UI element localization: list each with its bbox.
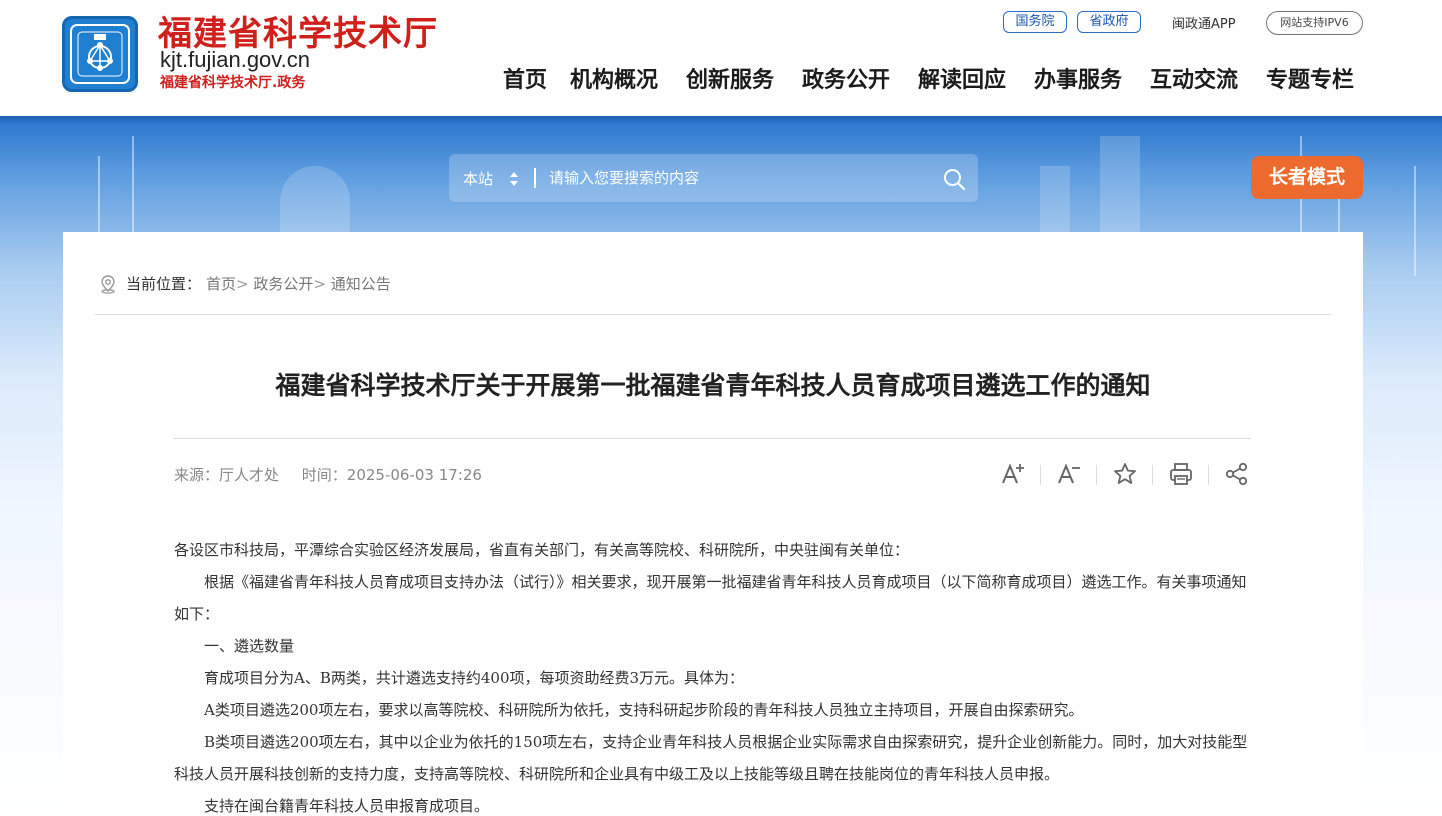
banner-building — [1100, 136, 1140, 236]
nav-item-innovation[interactable]: 创新服务 — [686, 62, 774, 94]
breadcrumb-separator: > — [313, 275, 326, 293]
nav-item-services[interactable]: 办事服务 — [1034, 62, 1122, 94]
elder-mode-button[interactable]: 长者模式 — [1251, 156, 1363, 199]
article-meta: 来源：厅人才处 时间：2025-06-03 17:26 — [174, 464, 500, 485]
banner-building — [280, 166, 350, 236]
font-increase-icon[interactable] — [1000, 461, 1026, 487]
site-domain: kjt.fujian.gov.cn — [160, 47, 311, 72]
nav-item-interaction[interactable]: 互动交流 — [1150, 62, 1238, 94]
nav-item-home[interactable]: 首页 — [503, 62, 547, 94]
breadcrumb-separator: > — [236, 275, 249, 293]
star-icon[interactable] — [1112, 461, 1138, 487]
article-time: 时间：2025-06-03 17:26 — [301, 466, 482, 484]
article-paragraph: 支持在闽台籍青年科技人员申报育成项目。 — [204, 797, 490, 815]
search-input[interactable] — [549, 164, 929, 192]
main-nav: 首页 机构概况 创新服务 政务公开 解读回应 办事服务 互动交流 专题专栏 — [500, 62, 1370, 94]
article-source: 来源：厅人才处 — [174, 466, 280, 484]
tool-separator — [1152, 465, 1153, 485]
ipv6-badge: 网站支持IPV6 — [1266, 11, 1363, 35]
search-scope-select[interactable]: 本站 — [463, 168, 493, 189]
breadcrumb-links: 首页> 政务公开> 通知公告 — [206, 273, 391, 294]
article-paragraph: 育成项目分为A、B两类，共计遴选支持约400项，每项资助经费3万元。具体为： — [204, 669, 745, 687]
article-section-heading: 一、遴选数量 — [204, 637, 295, 655]
breadcrumb-item-notices[interactable]: 通知公告 — [331, 275, 391, 293]
divider — [174, 438, 1251, 439]
sort-arrows-icon[interactable] — [509, 171, 519, 187]
share-icon[interactable] — [1224, 461, 1250, 487]
nav-item-interpretation[interactable]: 解读回应 — [918, 62, 1006, 94]
nav-item-special[interactable]: 专题专栏 — [1266, 62, 1354, 94]
state-council-link[interactable]: 国务院 — [1003, 11, 1067, 33]
article-body: 各设区市科技局，平潭综合实验区经济发展局，省直有关部门，有关高等院校、科研院所，… — [174, 534, 1252, 816]
tool-separator — [1208, 465, 1209, 485]
article-paragraph: A类项目遴选200项左右，要求以高等院校、科研院所为依托，支持科研起步阶段的青年… — [204, 701, 1084, 719]
breadcrumb-item-home[interactable]: 首页 — [206, 275, 236, 293]
site-header: 福建省科学技术厅 kjt.fujian.gov.cn 福建省科学技术厅.政务 国… — [0, 0, 1442, 116]
article-paragraph: B类项目遴选200项左右，其中以企业为依托的150项左右，支持企业青年科技人员根… — [174, 733, 1248, 783]
app-link[interactable]: 闽政通APP — [1172, 13, 1236, 32]
font-decrease-icon[interactable] — [1056, 461, 1082, 487]
search-divider — [534, 168, 536, 188]
content-panel: 当前位置： 首页> 政务公开> 通知公告 福建省科学技术厅关于开展第一批福建省青… — [63, 232, 1363, 816]
tool-separator — [1096, 465, 1097, 485]
location-icon — [101, 275, 115, 294]
search-icon[interactable] — [942, 167, 966, 191]
print-icon[interactable] — [1168, 461, 1194, 487]
top-links: 国务院 省政府 闽政通APP 网站支持IPV6 — [0, 11, 1442, 35]
provincial-gov-link[interactable]: 省政府 — [1077, 11, 1141, 33]
banner-decoration — [1414, 166, 1416, 276]
search-box: 本站 — [449, 154, 978, 202]
article-tools — [999, 461, 1259, 489]
site-subtitle: 福建省科学技术厅.政务 — [160, 75, 306, 91]
divider — [95, 314, 1331, 315]
banner-building — [1040, 166, 1070, 236]
article-paragraph: 根据《福建省青年科技人员育成项目支持办法（试行）》相关要求，现开展第一批福建省青… — [174, 573, 1247, 623]
article-title: 福建省科学技术厅关于开展第一批福建省青年科技人员育成项目遴选工作的通知 — [275, 371, 1151, 400]
breadcrumb-item-gov-affairs[interactable]: 政务公开 — [253, 275, 313, 293]
breadcrumb-label: 当前位置： — [126, 275, 202, 293]
nav-item-gov-affairs[interactable]: 政务公开 — [802, 62, 890, 94]
article-paragraph: 各设区市科技局，平潭综合实验区经济发展局，省直有关部门，有关高等院校、科研院所，… — [174, 541, 910, 559]
nav-item-about[interactable]: 机构概况 — [570, 62, 658, 94]
tool-separator — [1040, 465, 1041, 485]
